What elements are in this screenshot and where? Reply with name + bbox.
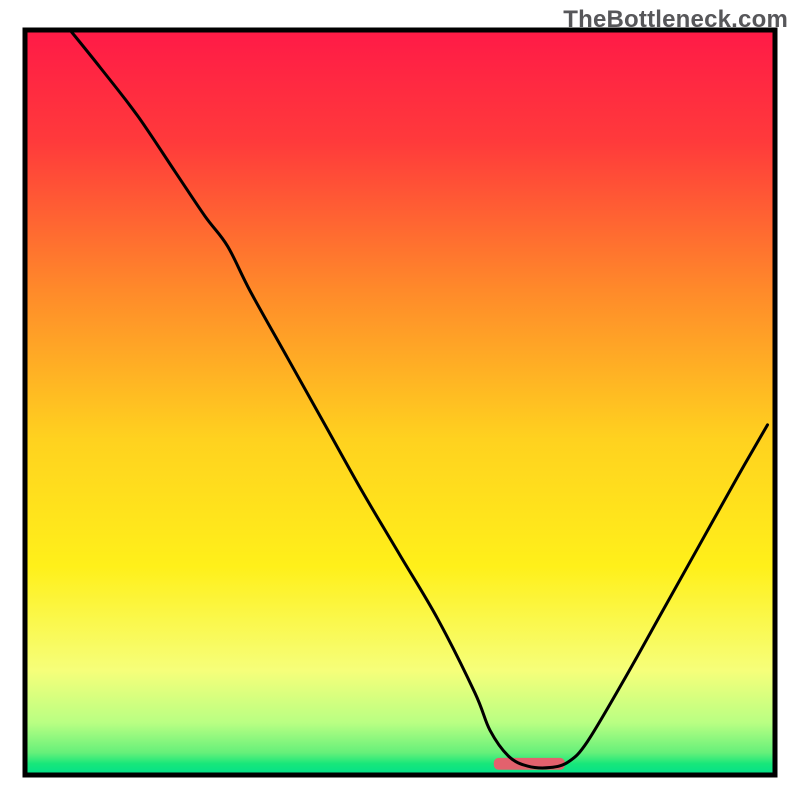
chart-container: TheBottleneck.com	[0, 0, 800, 800]
watermark-text: TheBottleneck.com	[563, 6, 788, 34]
bottleneck-chart	[0, 0, 800, 800]
heat-gradient	[25, 30, 775, 775]
